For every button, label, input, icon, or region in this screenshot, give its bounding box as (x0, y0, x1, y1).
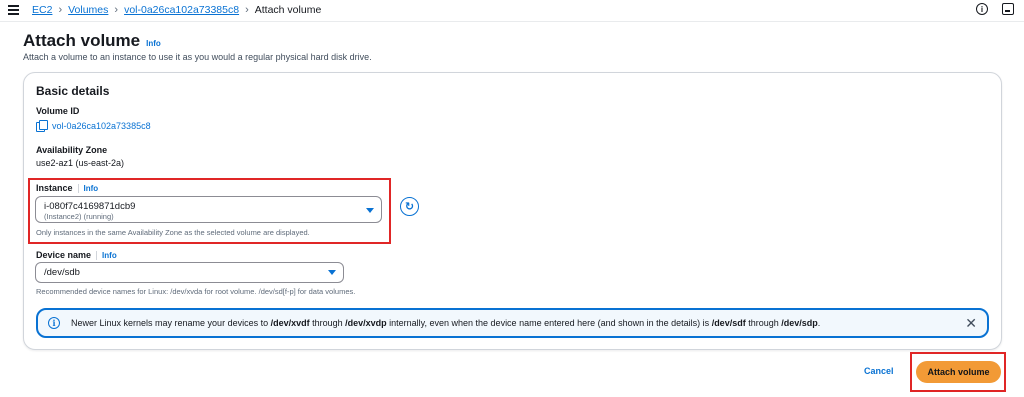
breadcrumb-volume-id[interactable]: vol-0a26ca102a73385c8 (124, 4, 239, 16)
breadcrumb-volumes[interactable]: Volumes (68, 4, 108, 16)
instance-select[interactable]: i-080f7c4169871dcb9 (Instance2) (running… (35, 196, 382, 223)
breadcrumb-current: Attach volume (254, 4, 322, 16)
volume-id-label-text: Volume ID (36, 106, 80, 116)
page-title-text: Attach volume (23, 31, 141, 50)
volume-id-link[interactable]: vol-0a26ca102a73385c8 (52, 121, 151, 131)
chevron-right-icon: › (245, 4, 249, 16)
instance-select-sub: (Instance2) (running) (44, 212, 114, 221)
breadcrumb: EC2 › Volumes › vol-0a26ca102a73385c8 › … (32, 4, 321, 16)
device-name-value: /dev/sdb (44, 267, 80, 278)
section-title: Basic details (36, 84, 110, 98)
info-circle-icon[interactable]: i (976, 3, 988, 15)
top-right-tools: i (976, 3, 1014, 15)
device-name-label-text: Device name (36, 250, 92, 260)
device-info-link[interactable]: Info (102, 251, 117, 260)
device-name-hint: Recommended device names for Linux: /dev… (36, 287, 356, 296)
breadcrumb-ec2[interactable]: EC2 (32, 4, 52, 16)
volume-id-label: Volume ID (36, 106, 79, 116)
instance-label: Instance Info (36, 183, 98, 193)
availability-zone-label-text: Availability Zone (36, 145, 108, 155)
refresh-icon[interactable]: ↻ (400, 197, 419, 216)
instance-label-text: Instance (36, 183, 73, 193)
copy-icon[interactable] (36, 120, 48, 132)
instance-info-link[interactable]: Info (84, 184, 99, 193)
device-name-select[interactable]: /dev/sdb (35, 262, 344, 283)
chevron-right-icon: › (114, 4, 119, 16)
page-description: Attach a volume to an instance to use it… (23, 52, 372, 62)
info-alert: i Newer Linux kernels may rename your de… (36, 308, 989, 338)
label-divider (77, 183, 79, 193)
page-title: Attach volume Info (23, 31, 161, 51)
top-navigation-bar: EC2 › Volumes › vol-0a26ca102a73385c8 › … (0, 0, 1024, 22)
availability-zone-label: Availability Zone (36, 145, 107, 155)
availability-zone-value: use2-az1 (us-east-2a) (36, 158, 125, 168)
cancel-button[interactable]: Cancel (864, 366, 894, 376)
caret-down-icon (328, 270, 336, 275)
panel-toggle-icon[interactable] (1002, 3, 1014, 15)
instance-select-value: i-080f7c4169871dcb9 (44, 201, 136, 212)
alert-message: Newer Linux kernels may rename your devi… (71, 318, 821, 328)
page-info-link[interactable]: Info (146, 39, 161, 48)
device-name-label: Device name Info (36, 250, 117, 260)
caret-down-icon (366, 208, 374, 213)
chevron-right-icon: › (58, 4, 63, 16)
close-icon[interactable]: ✕ (965, 315, 977, 332)
label-divider (96, 250, 98, 260)
attach-volume-button[interactable]: Attach volume (916, 361, 1001, 383)
instance-hint: Only instances in the same Availability … (36, 228, 310, 237)
info-circle-icon: i (48, 317, 60, 329)
hamburger-menu-icon[interactable] (8, 3, 22, 17)
volume-id-value[interactable]: vol-0a26ca102a73385c8 (36, 120, 151, 132)
